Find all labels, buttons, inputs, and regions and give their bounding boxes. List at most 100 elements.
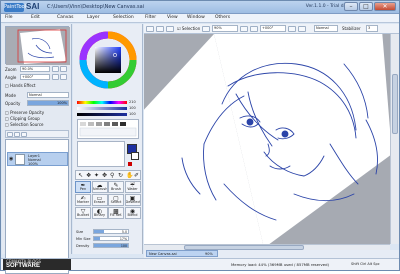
toolbar-zoom-field[interactable]: 90% <box>212 25 238 32</box>
tool-select[interactable]: ▢ Select <box>108 194 124 206</box>
layer-thumbnail <box>15 154 25 165</box>
clear-button[interactable] <box>166 26 174 32</box>
toolbar-mode-select[interactable]: Normal <box>314 25 338 32</box>
memory-status: Memory load: 44% (369MB used / 857MB res… <box>231 262 330 267</box>
menu-item-filter[interactable]: Filter <box>145 15 156 20</box>
tool-marker[interactable]: ✍ Marker <box>75 194 91 206</box>
rotate-left-toolbar-button[interactable] <box>250 26 258 32</box>
stabilizer-select[interactable]: 3 <box>366 25 378 32</box>
rotate-right-button[interactable] <box>60 74 67 80</box>
tool-water[interactable]: ☔ Water <box>124 181 141 193</box>
eyedropper-icon[interactable]: ✐ <box>134 172 139 179</box>
density-slider[interactable]: 100 <box>93 243 129 248</box>
selection-label: Selection <box>181 26 201 31</box>
flip-button[interactable] <box>298 26 306 32</box>
tool-icon: ▽ <box>80 208 86 215</box>
hue-value: 210 <box>129 100 136 104</box>
zoom-icon[interactable]: ⚲ <box>110 172 114 179</box>
close-button[interactable]: ✕ <box>374 2 396 11</box>
invert-button[interactable] <box>156 26 164 32</box>
menu-item-window[interactable]: Window <box>187 15 205 20</box>
tool-binary[interactable]: ◐ Binary <box>91 207 108 219</box>
size-label: Size <box>76 230 84 234</box>
layer-list: ◉ Layer1 Normal 100% <box>5 139 69 274</box>
delete-layer-button[interactable] <box>21 132 27 137</box>
toolbar-angle-field[interactable]: +000° <box>260 25 286 32</box>
angle-field[interactable]: +000° <box>20 74 50 80</box>
rotate-right-toolbar-button[interactable] <box>288 26 296 32</box>
status-bar: CEMAKITA BLOGS SOFTWARE Memory load: 44%… <box>1 258 399 270</box>
stabilizer-label: Stabilizer <box>342 26 361 31</box>
canvas-drawing[interactable] <box>140 30 392 248</box>
navigator-preview[interactable] <box>5 26 70 65</box>
rotate-left-button[interactable] <box>52 74 59 80</box>
mode-label: Mode <box>5 93 16 98</box>
tool-icon: ◐ <box>96 208 103 215</box>
layer-opacity: 100% <box>28 162 39 166</box>
saturation-slider[interactable] <box>77 107 127 110</box>
hand-icon[interactable]: ✋ <box>126 172 133 179</box>
tool-icon: ▢ <box>113 195 119 202</box>
eye-icon[interactable]: ◉ <box>9 156 13 162</box>
menu-item-canvas[interactable]: Canvas <box>57 15 74 20</box>
zoom-in-toolbar-button[interactable] <box>240 26 248 32</box>
opacity-slider[interactable]: 100% <box>27 100 69 106</box>
tool-fill-ref[interactable]: ▩ Fill Ref. <box>108 207 124 219</box>
tool-airbrush[interactable]: ☁ AirBrush <box>91 181 108 193</box>
magic-wand-icon[interactable]: ✦ <box>94 172 99 179</box>
zoom-field[interactable]: 90.0% <box>20 66 50 72</box>
tool-brush[interactable]: ✎ Brush <box>108 181 124 193</box>
app-logo: PaintTool <box>4 3 27 12</box>
tool-deselect[interactable]: ▣ Deselect <box>124 194 141 206</box>
menu-item-edit[interactable]: Edit <box>31 15 40 20</box>
menu-item-layer[interactable]: Layer <box>87 15 100 20</box>
min-size-slider[interactable]: 17% <box>93 236 129 241</box>
canvas-tab[interactable]: New Canvas.sai 90% <box>146 250 218 257</box>
tool-icon: ◉ <box>129 208 136 215</box>
saturation-value: 100 <box>129 106 136 110</box>
canvas-viewport[interactable] <box>140 30 392 248</box>
scratch-pad[interactable] <box>77 141 125 167</box>
menu-item-view[interactable]: View <box>167 15 178 20</box>
zoom-out-button[interactable] <box>52 66 59 72</box>
deselect-button[interactable] <box>146 26 154 32</box>
zoom-out-toolbar-button[interactable] <box>202 26 210 32</box>
rotate-icon[interactable]: ↻ <box>118 172 123 179</box>
clipping-group-checkbox[interactable]: □ Clipping Group <box>5 116 40 121</box>
move-icon[interactable]: ✥ <box>102 172 107 179</box>
vertical-scrollbar[interactable] <box>390 34 399 244</box>
menu-item-others[interactable]: Others <box>215 15 230 20</box>
maximize-button[interactable]: □ <box>359 2 373 11</box>
swap-colors-icon[interactable] <box>128 162 132 166</box>
hands-effect-checkbox[interactable]: □ Hands Effect <box>5 83 35 88</box>
tool-eraser[interactable]: ▭ Eraser <box>91 194 108 206</box>
menu-bar: File Edit Canvas Layer Selection Filter View Wi… <box>1 14 399 23</box>
color-wheel[interactable] <box>79 31 137 89</box>
swatch-grid[interactable] <box>77 119 139 139</box>
layer-row[interactable]: ◉ Layer1 Normal 100% <box>7 152 68 166</box>
new-layer-button[interactable] <box>7 132 13 137</box>
clipping-group-label: Clipping Group <box>10 116 40 121</box>
new-folder-button[interactable] <box>14 132 20 137</box>
blend-mode-select[interactable]: Normal <box>27 92 69 98</box>
value-slider[interactable] <box>77 113 127 116</box>
menu-item-file[interactable]: File <box>5 15 13 20</box>
sub-color-swatch[interactable] <box>131 152 139 160</box>
menu-item-selection[interactable]: Selection <box>113 15 134 20</box>
size-slider[interactable]: 5.0 <box>93 229 129 234</box>
tool-pen[interactable]: ✒ Pen <box>75 181 91 193</box>
select-tool-icon[interactable]: ↖ <box>78 172 83 179</box>
minimize-button[interactable]: – <box>344 2 358 11</box>
tool-bucket[interactable]: ▽ Bucket <box>75 207 91 219</box>
selection-source-checkbox[interactable]: □ Selection Source <box>5 122 44 127</box>
tool-blend[interactable]: ◉ Blend <box>124 207 141 219</box>
lasso-icon[interactable]: ❖ <box>86 172 91 179</box>
vertical-scroll-thumb[interactable] <box>392 74 398 134</box>
zoom-in-button[interactable] <box>60 66 67 72</box>
modifier-keys: Shift Ctrl Alt Spc <box>351 262 380 266</box>
zoom-label: Zoom <box>5 67 17 72</box>
hue-slider[interactable] <box>77 101 127 104</box>
selection-checkbox[interactable]: ☑ Selection <box>177 26 200 31</box>
preserve-opacity-checkbox[interactable]: □ Preserve Opacity <box>5 110 44 115</box>
brand-line2: SOFTWARE <box>6 263 40 269</box>
